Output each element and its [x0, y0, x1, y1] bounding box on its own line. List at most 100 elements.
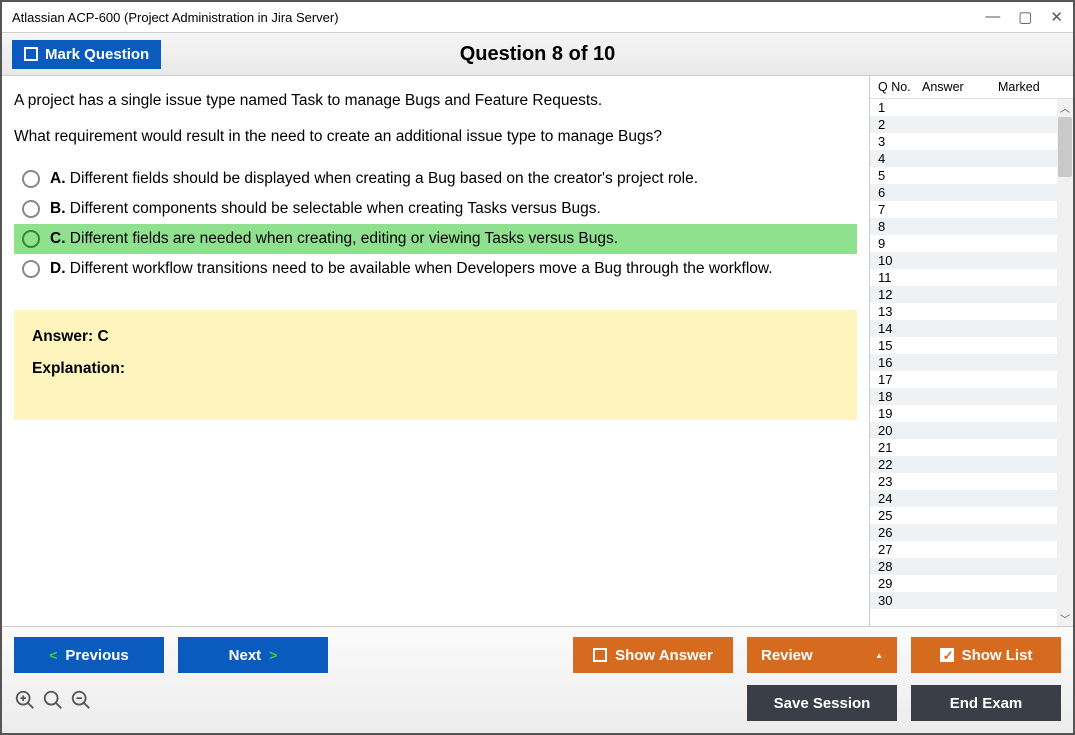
radio-icon — [22, 230, 40, 248]
col-qno: Q No. — [878, 80, 922, 94]
header-bar: Mark Question Question 8 of 10 — [2, 32, 1073, 76]
question-list-row[interactable]: 1 — [870, 99, 1057, 116]
row-number: 13 — [878, 304, 922, 319]
question-list-row[interactable]: 24 — [870, 490, 1057, 507]
row-number: 14 — [878, 321, 922, 336]
footer: < Previous Next > Show Answer Review ▲ S… — [2, 626, 1073, 733]
save-session-button[interactable]: Save Session — [747, 685, 897, 721]
zoom-out-icon[interactable] — [70, 689, 92, 717]
show-list-button[interactable]: Show List — [911, 637, 1061, 673]
option-D[interactable]: D. Different workflow transitions need t… — [14, 254, 857, 284]
row-number: 8 — [878, 219, 922, 234]
review-button[interactable]: Review ▲ — [747, 637, 897, 673]
question-list-row[interactable]: 7 — [870, 201, 1057, 218]
question-list-row[interactable]: 9 — [870, 235, 1057, 252]
col-answer: Answer — [922, 80, 998, 94]
maximize-icon[interactable]: ▢ — [1018, 8, 1032, 26]
next-button[interactable]: Next > — [178, 637, 328, 673]
row-number: 3 — [878, 134, 922, 149]
app-window: Atlassian ACP-600 (Project Administratio… — [0, 0, 1075, 735]
question-text-line-1: A project has a single issue type named … — [14, 92, 857, 110]
zoom-in-icon[interactable] — [14, 689, 36, 717]
question-list-row[interactable]: 30 — [870, 592, 1057, 609]
chevron-left-icon: < — [49, 647, 57, 663]
question-list-row[interactable]: 29 — [870, 575, 1057, 592]
question-list-row[interactable]: 10 — [870, 252, 1057, 269]
row-number: 23 — [878, 474, 922, 489]
end-exam-button[interactable]: End Exam — [911, 685, 1061, 721]
question-list-row[interactable]: 22 — [870, 456, 1057, 473]
radio-icon — [22, 170, 40, 188]
row-number: 18 — [878, 389, 922, 404]
option-A[interactable]: A. Different fields should be displayed … — [14, 164, 857, 194]
mark-question-button[interactable]: Mark Question — [12, 40, 161, 69]
row-number: 12 — [878, 287, 922, 302]
radio-icon — [22, 200, 40, 218]
option-B[interactable]: B. Different components should be select… — [14, 194, 857, 224]
show-answer-button[interactable]: Show Answer — [573, 637, 733, 673]
scroll-down-icon[interactable]: ﹀ — [1057, 610, 1073, 626]
question-text-line-2: What requirement would result in the nee… — [14, 128, 857, 146]
question-list-row[interactable]: 21 — [870, 439, 1057, 456]
question-list-row[interactable]: 28 — [870, 558, 1057, 575]
question-list-row[interactable]: 6 — [870, 184, 1057, 201]
question-list-row[interactable]: 16 — [870, 354, 1057, 371]
answer-label: Answer: C — [32, 328, 839, 346]
option-text: B. Different components should be select… — [50, 200, 601, 218]
question-list-row[interactable]: 14 — [870, 320, 1057, 337]
row-number: 19 — [878, 406, 922, 421]
question-list-row[interactable]: 26 — [870, 524, 1057, 541]
question-list-row[interactable]: 3 — [870, 133, 1057, 150]
row-number: 9 — [878, 236, 922, 251]
question-list-row[interactable]: 5 — [870, 167, 1057, 184]
minimize-icon[interactable]: — — [985, 8, 1000, 26]
row-number: 4 — [878, 151, 922, 166]
checkbox-icon — [593, 648, 607, 662]
scrollbar[interactable]: ︿ ﹀ — [1057, 99, 1073, 626]
window-controls: — ▢ ✕ — [985, 8, 1063, 26]
col-marked: Marked — [998, 80, 1067, 94]
checkbox-icon — [24, 47, 38, 61]
question-list-row[interactable]: 12 — [870, 286, 1057, 303]
row-number: 7 — [878, 202, 922, 217]
row-number: 17 — [878, 372, 922, 387]
row-number: 16 — [878, 355, 922, 370]
question-panel: A project has a single issue type named … — [2, 76, 869, 626]
close-icon[interactable]: ✕ — [1050, 8, 1063, 26]
question-list-row[interactable]: 23 — [870, 473, 1057, 490]
scroll-up-icon[interactable]: ︿ — [1057, 99, 1073, 115]
row-number: 6 — [878, 185, 922, 200]
question-list-row[interactable]: 27 — [870, 541, 1057, 558]
row-number: 5 — [878, 168, 922, 183]
row-number: 11 — [878, 270, 922, 285]
scroll-thumb[interactable] — [1058, 117, 1072, 177]
radio-icon — [22, 260, 40, 278]
question-list-row[interactable]: 17 — [870, 371, 1057, 388]
show-answer-label: Show Answer — [615, 647, 713, 664]
question-list-row[interactable]: 2 — [870, 116, 1057, 133]
zoom-reset-icon[interactable] — [42, 689, 64, 717]
next-label: Next — [229, 647, 262, 664]
option-C[interactable]: C. Different fields are needed when crea… — [14, 224, 857, 254]
body: A project has a single issue type named … — [2, 76, 1073, 626]
question-list-body: 1234567891011121314151617181920212223242… — [870, 99, 1073, 626]
row-number: 30 — [878, 593, 922, 608]
window-title: Atlassian ACP-600 (Project Administratio… — [12, 10, 339, 25]
question-list-row[interactable]: 20 — [870, 422, 1057, 439]
checkbox-checked-icon — [940, 648, 954, 662]
question-list-row[interactable]: 13 — [870, 303, 1057, 320]
show-list-label: Show List — [962, 647, 1033, 664]
question-list-row[interactable]: 15 — [870, 337, 1057, 354]
question-list-row[interactable]: 19 — [870, 405, 1057, 422]
question-list-row[interactable]: 18 — [870, 388, 1057, 405]
question-list-row[interactable]: 11 — [870, 269, 1057, 286]
question-list-row[interactable]: 25 — [870, 507, 1057, 524]
previous-button[interactable]: < Previous — [14, 637, 164, 673]
option-text: C. Different fields are needed when crea… — [50, 230, 618, 248]
question-list-header: Q No. Answer Marked — [870, 76, 1073, 99]
question-list-row[interactable]: 8 — [870, 218, 1057, 235]
previous-label: Previous — [65, 647, 128, 664]
question-list-panel: Q No. Answer Marked 12345678910111213141… — [869, 76, 1073, 626]
question-list-row[interactable]: 4 — [870, 150, 1057, 167]
review-label: Review — [761, 647, 813, 664]
